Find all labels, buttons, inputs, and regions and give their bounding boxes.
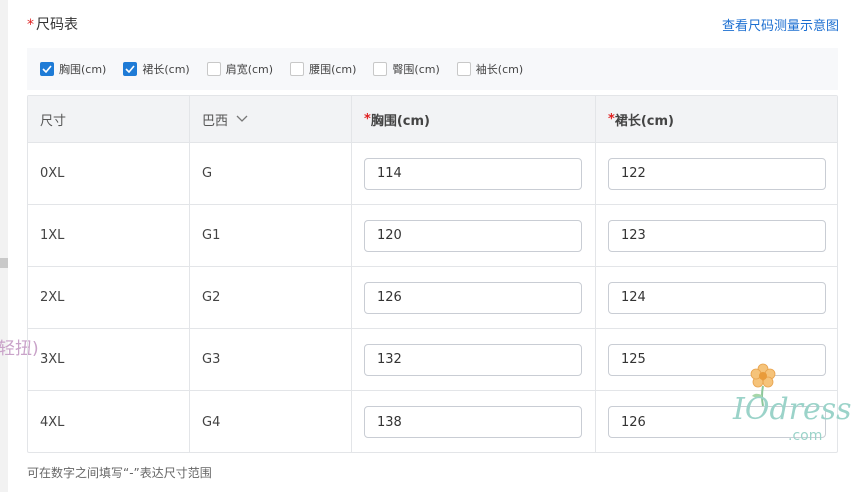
cell-size: 1XL (28, 205, 190, 266)
header-chest-label: 胸围(cm) (370, 113, 430, 129)
length-input[interactable]: 122 (608, 157, 826, 190)
table-row: 0XL G 114 122 (28, 143, 837, 205)
filter-label: 腰围(cm) (309, 63, 357, 76)
length-input[interactable]: 123 (608, 219, 826, 252)
cell-chest: 138 (352, 391, 596, 452)
check-icon (42, 65, 52, 73)
cell-chest: 126 (352, 267, 596, 328)
checkbox-box[interactable] (456, 62, 471, 76)
header-region-select[interactable]: 巴西 (190, 96, 352, 142)
table-body: 0XL G 114 122 1XL G1 120 123 2XL G2 126 124 3XL G3 132… (28, 143, 837, 452)
filter-label: 肩宽(cm) (225, 63, 274, 76)
section-title-text: 尺码表 (36, 17, 78, 33)
checkbox-box[interactable] (40, 62, 54, 76)
chest-input[interactable]: 114 (364, 157, 582, 190)
cell-size: 0XL (28, 143, 190, 204)
header-region-label: 巴西 (202, 113, 229, 129)
cell-region: G1 (190, 205, 352, 266)
cell-region: G3 (190, 329, 352, 390)
required-mark: * (27, 17, 34, 33)
chevron-down-icon[interactable] (236, 115, 248, 123)
watermark-logo: IOdress .com (733, 362, 852, 450)
filter-checkbox-2[interactable]: 肩宽(cm) (206, 61, 274, 77)
left-panel-edge (0, 0, 8, 492)
checkbox-box[interactable] (206, 62, 221, 76)
cell-length: 123 (596, 205, 837, 266)
required-mark: * (608, 111, 615, 127)
cell-chest: 114 (352, 143, 596, 204)
cell-region: G4 (190, 391, 352, 452)
cell-size: 2XL (28, 267, 190, 328)
required-mark: * (364, 111, 371, 127)
column-filter-bar: 胸围(cm) 裙长(cm) 肩宽(cm) 腰围(cm) 臀围(cm) 袖长(cm) (27, 48, 838, 90)
table-header-row: 尺寸 巴西 * 胸围(cm) * 裙长(cm) (28, 96, 837, 143)
checkbox-box[interactable] (290, 62, 305, 76)
section-title: * 尺码表 (27, 14, 78, 34)
watermark-text: IOdress (733, 392, 852, 427)
length-input[interactable]: 124 (608, 281, 826, 314)
chest-input[interactable]: 138 (364, 406, 582, 438)
header-length-label: 裙长(cm) (614, 113, 674, 129)
header-size: 尺寸 (28, 96, 190, 142)
cell-chest: 132 (352, 329, 596, 390)
filter-checkbox-4[interactable]: 臀围(cm) (373, 61, 440, 77)
table-row: 1XL G1 120 123 (28, 205, 837, 267)
table-row: 3XL G3 132 125 (28, 329, 837, 391)
scroll-marker (0, 258, 8, 268)
filter-checkbox-1[interactable]: 裙长(cm) (123, 61, 190, 77)
filter-label: 胸围(cm) (59, 63, 107, 76)
measurement-guide-link[interactable]: 查看尺码测量示意图 (722, 15, 839, 34)
filter-label: 臀围(cm) (392, 63, 440, 76)
cell-size: 4XL (28, 391, 190, 452)
size-table: 尺寸 巴西 * 胸围(cm) * 裙长(cm) 0XL G 114 122 1XL G1 120… (27, 95, 838, 453)
watermark-domain: .com (788, 428, 823, 444)
chest-input[interactable]: 126 (364, 281, 582, 314)
check-icon (125, 65, 135, 73)
cell-length: 124 (596, 267, 837, 328)
filter-label: 袖长(cm) (475, 63, 524, 76)
filter-checkbox-5[interactable]: 袖长(cm) (456, 61, 524, 77)
table-row: 4XL G4 138 126 (28, 391, 837, 452)
cell-length: 122 (596, 143, 837, 204)
chest-input[interactable]: 132 (364, 343, 582, 376)
filter-checkbox-0[interactable]: 胸围(cm) (40, 61, 106, 77)
cell-region: G (190, 143, 352, 204)
filter-label: 裙长(cm) (142, 63, 190, 76)
header-chest: * 胸围(cm) (352, 96, 596, 142)
input-hint: 可在数字之间填写“-”表达尺寸范围 (27, 466, 212, 480)
chest-input[interactable]: 120 (364, 219, 582, 252)
header-length: * 裙长(cm) (596, 96, 837, 142)
checkbox-box[interactable] (123, 62, 138, 76)
cell-chest: 120 (352, 205, 596, 266)
cell-region: G2 (190, 267, 352, 328)
size-chart-header: * 尺码表 查看尺码测量示意图 (27, 12, 839, 36)
checkbox-box[interactable] (373, 62, 388, 76)
table-row: 2XL G2 126 124 (28, 267, 837, 329)
cell-size: 3XL (28, 329, 190, 390)
filter-checkbox-3[interactable]: 腰围(cm) (290, 61, 356, 77)
